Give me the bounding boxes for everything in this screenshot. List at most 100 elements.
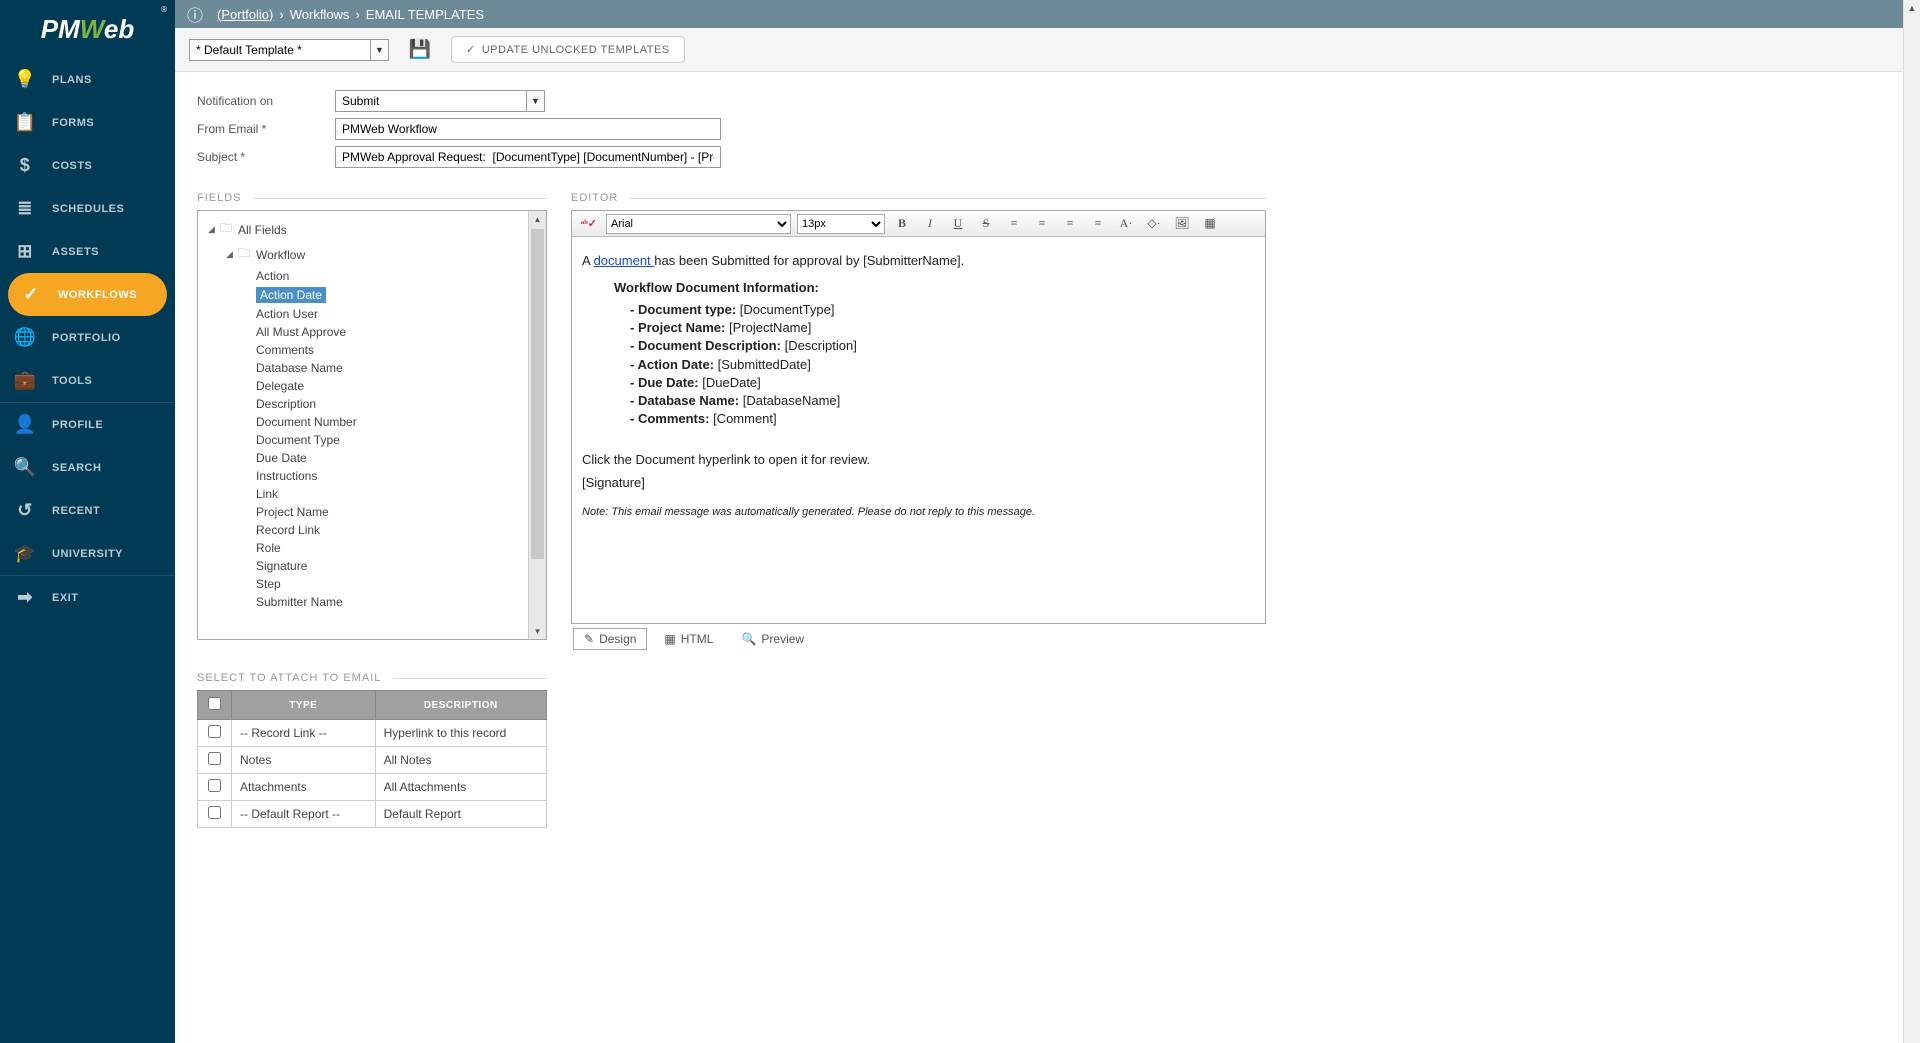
logo: PMWeb ®: [0, 0, 175, 58]
editor-text: A: [582, 253, 594, 268]
content: Notification on ▼ From Email * Subject *…: [175, 72, 1903, 1043]
nav-label: FORMS: [52, 117, 94, 129]
tree-item[interactable]: Due Date: [198, 449, 528, 467]
tree-scrollbar[interactable]: ▲ ▼: [528, 211, 546, 639]
bg-color-icon[interactable]: ◇·: [1143, 214, 1165, 234]
attach-row-check[interactable]: [208, 752, 221, 765]
sidebar-item-recent[interactable]: ↺RECENT: [0, 489, 175, 532]
from-email-input[interactable]: [335, 118, 721, 140]
align-left-icon[interactable]: ≡: [1003, 214, 1025, 234]
tree-item[interactable]: Action User: [198, 305, 528, 323]
scroll-up-icon[interactable]: ▲: [1904, 0, 1920, 16]
attach-desc: All Attachments: [375, 774, 546, 801]
tree-item[interactable]: Link: [198, 485, 528, 503]
attach-row: -- Record Link --Hyperlink to this recor…: [198, 720, 547, 747]
nav-icon: 🌐: [14, 327, 36, 349]
nav-icon: ✓: [20, 284, 42, 306]
editor-mode-tabs: ✎Design ▦HTML 🔍Preview: [571, 624, 1266, 654]
tree-item[interactable]: Comments: [198, 341, 528, 359]
italic-icon[interactable]: I: [919, 214, 941, 234]
underline-icon[interactable]: U: [947, 214, 969, 234]
tree-item[interactable]: Delegate: [198, 377, 528, 395]
save-icon[interactable]: 💾: [407, 37, 433, 63]
sidebar-item-search[interactable]: 🔍SEARCH: [0, 446, 175, 489]
font-color-icon[interactable]: A·: [1115, 214, 1137, 234]
font-size-select[interactable]: 13px: [797, 214, 885, 234]
dropdown-icon[interactable]: ▼: [526, 91, 544, 111]
tab-design[interactable]: ✎Design: [573, 628, 647, 650]
attach-row-check[interactable]: [208, 779, 221, 792]
tree-item[interactable]: Instructions: [198, 467, 528, 485]
tree-item[interactable]: Step: [198, 575, 528, 593]
editor-signature: [Signature]: [582, 475, 1255, 490]
update-unlocked-button[interactable]: ✓ UPDATE UNLOCKED TEMPLATES: [451, 36, 685, 63]
sidebar-item-assets[interactable]: ⊞ASSETS: [0, 230, 175, 273]
attach-row: AttachmentsAll Attachments: [198, 774, 547, 801]
sidebar-item-plans[interactable]: 💡PLANS: [0, 58, 175, 101]
spellcheck-icon[interactable]: ᵃᵇ✓: [578, 214, 600, 234]
scroll-thumb[interactable]: [531, 229, 544, 559]
nav-label: ASSETS: [52, 246, 99, 258]
scroll-down-icon[interactable]: ▼: [529, 623, 546, 639]
nav-icon: ➡: [14, 587, 36, 609]
document-link[interactable]: document: [594, 253, 655, 268]
font-select[interactable]: Arial: [606, 214, 791, 234]
tab-preview[interactable]: 🔍Preview: [730, 628, 815, 650]
tree-item[interactable]: Action: [198, 267, 528, 285]
tree-item[interactable]: Project Name: [198, 503, 528, 521]
attach-row-check[interactable]: [208, 806, 221, 819]
tree-item[interactable]: Submitter Name: [198, 593, 528, 611]
tree-item[interactable]: Description: [198, 395, 528, 413]
breadcrumb-root[interactable]: (Portfolio): [217, 7, 273, 22]
align-justify-icon[interactable]: ≡: [1087, 214, 1109, 234]
tree-item[interactable]: Document Number: [198, 413, 528, 431]
align-center-icon[interactable]: ≡: [1031, 214, 1053, 234]
editor-body[interactable]: A document has been Submitted for approv…: [572, 237, 1265, 623]
sidebar-item-workflows[interactable]: ✓WORKFLOWS: [8, 273, 167, 316]
bold-icon[interactable]: B: [891, 214, 913, 234]
notification-input[interactable]: [336, 91, 526, 111]
breadcrumb-bar: ⓘ (Portfolio) › Workflows › EMAIL TEMPLA…: [175, 0, 1903, 28]
tree-group[interactable]: ◢🗀Workflow: [198, 242, 528, 267]
breadcrumb-mid[interactable]: Workflows: [290, 7, 350, 22]
page-scrollbar[interactable]: ▲: [1903, 0, 1920, 1043]
info-icon[interactable]: ⓘ: [187, 2, 203, 26]
attach-type: -- Record Link --: [232, 720, 376, 747]
sidebar-item-costs[interactable]: $COSTS: [0, 144, 175, 187]
sidebar-item-university[interactable]: 🎓UNIVERSITY: [0, 532, 175, 575]
tree-item[interactable]: Record Link: [198, 521, 528, 539]
dropdown-icon[interactable]: ▼: [370, 40, 388, 60]
sidebar-item-forms[interactable]: 📋FORMS: [0, 101, 175, 144]
tree-item[interactable]: Role: [198, 539, 528, 557]
attach-row-check[interactable]: [208, 725, 221, 738]
table-icon[interactable]: ▦: [1199, 214, 1221, 234]
sidebar-item-profile[interactable]: 👤PROFILE: [0, 403, 175, 446]
tab-html[interactable]: ▦HTML: [653, 628, 724, 650]
tree-item[interactable]: Action Date: [198, 285, 528, 305]
subject-input[interactable]: [335, 146, 721, 168]
image-icon[interactable]: 🖼: [1171, 214, 1193, 234]
tree-item[interactable]: Signature: [198, 557, 528, 575]
strike-icon[interactable]: S: [975, 214, 997, 234]
sidebar-item-tools[interactable]: 💼TOOLS: [0, 359, 175, 402]
attach-select-all[interactable]: [208, 697, 221, 710]
tree-item[interactable]: Document Type: [198, 431, 528, 449]
tree-root[interactable]: ◢🗀All Fields: [198, 217, 528, 242]
nav-label: RECENT: [52, 505, 100, 517]
sidebar-item-exit[interactable]: ➡ EXIT: [0, 576, 175, 619]
template-select-input[interactable]: [190, 40, 370, 60]
tree-item[interactable]: Database Name: [198, 359, 528, 377]
tree-item[interactable]: All Must Approve: [198, 323, 528, 341]
sidebar-item-schedules[interactable]: ≣SCHEDULES: [0, 187, 175, 230]
notification-label: Notification on: [197, 94, 335, 108]
sidebar-item-portfolio[interactable]: 🌐 PORTFOLIO: [0, 316, 175, 359]
nav-icon: 🔍: [14, 457, 36, 479]
editor-text: has been Submitted for approval by [Subm…: [654, 253, 964, 268]
align-right-icon[interactable]: ≡: [1059, 214, 1081, 234]
notification-select[interactable]: ▼: [335, 90, 545, 112]
nav-label: PORTFOLIO: [52, 332, 121, 344]
scroll-up-icon[interactable]: ▲: [529, 211, 546, 227]
folder-icon: 🗀: [238, 244, 250, 265]
template-select[interactable]: ▼: [189, 39, 389, 61]
nav-label: EXIT: [52, 592, 78, 604]
